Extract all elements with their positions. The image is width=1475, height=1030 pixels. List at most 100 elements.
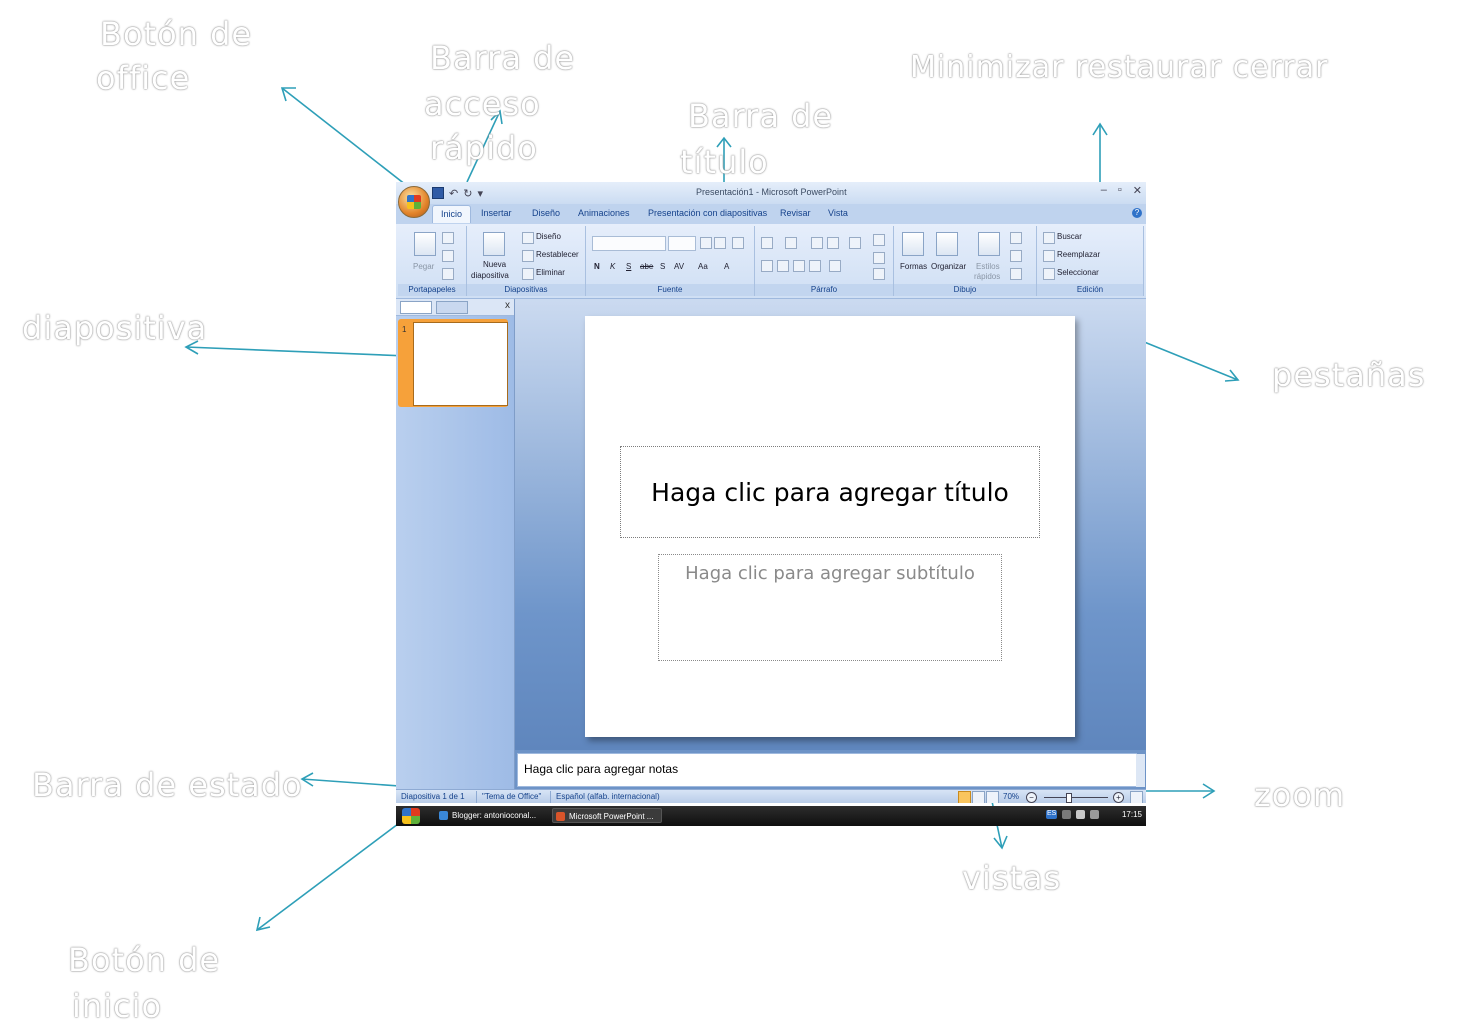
volume-icon[interactable]	[1090, 810, 1100, 819]
slide-sorter-view-button[interactable]	[972, 791, 985, 803]
strikethrough-button[interactable]: abe	[640, 262, 653, 271]
cut-icon[interactable]	[442, 232, 454, 244]
decrease-indent-icon[interactable]	[811, 237, 823, 249]
change-case-button[interactable]: Aa	[698, 262, 708, 271]
minimize-icon[interactable]: –	[1101, 184, 1107, 197]
char-spacing-button[interactable]: AV	[674, 262, 684, 271]
title-placeholder[interactable]: Haga clic para agregar título	[620, 446, 1040, 538]
font-color-button[interactable]: A	[724, 262, 729, 271]
slide-canvas[interactable]: Haga clic para agregar título Haga clic …	[585, 316, 1075, 737]
zoom-out-button[interactable]: −	[1026, 792, 1037, 803]
grow-font-icon[interactable]	[700, 237, 712, 249]
callout-zoom-text: zoom	[1254, 776, 1346, 814]
layout-button[interactable]: Diseño	[536, 232, 561, 241]
fit-window-button[interactable]	[1130, 791, 1143, 803]
save-icon[interactable]	[432, 187, 444, 199]
security-icon[interactable]	[1076, 810, 1086, 819]
status-theme[interactable]: "Tema de Office"	[482, 792, 541, 801]
copy-icon[interactable]	[442, 250, 454, 262]
slide-thumbnail[interactable]	[413, 322, 508, 406]
pane-close-icon[interactable]: x	[505, 300, 510, 311]
replace-button[interactable]: Reemplazar	[1057, 250, 1100, 259]
subtitle-placeholder[interactable]: Haga clic para agregar subtítulo	[658, 554, 1002, 661]
delete-button[interactable]: Eliminar	[536, 268, 565, 277]
quick-styles-icon[interactable]	[978, 232, 1000, 256]
select-button[interactable]: Seleccionar	[1057, 268, 1099, 277]
new-slide-icon[interactable]	[483, 232, 505, 256]
new-slide-label-2[interactable]: diapositiva	[471, 271, 509, 280]
bold-button[interactable]: N	[594, 262, 600, 271]
notes-scrollbar[interactable]	[1136, 754, 1145, 787]
arrange-button[interactable]: Organizar	[931, 262, 966, 271]
tab-revisar[interactable]: Revisar	[780, 208, 811, 218]
callout-title-bar-2: título	[680, 142, 769, 182]
find-button[interactable]: Buscar	[1057, 232, 1082, 241]
shape-fill-icon[interactable]	[1010, 232, 1022, 244]
tab-presentacion[interactable]: Presentación con diapositivas	[648, 208, 767, 218]
network-icon[interactable]	[1062, 810, 1072, 819]
taskbar-item-powerpoint[interactable]: Microsoft PowerPoint ...	[552, 808, 662, 823]
normal-view-button[interactable]	[958, 791, 971, 803]
shapes-icon[interactable]	[902, 232, 924, 256]
taskbar-item-blogger[interactable]: Blogger: antonioconal...	[436, 808, 542, 823]
slideshow-view-button[interactable]	[986, 791, 999, 803]
shadow-button[interactable]: S	[660, 262, 665, 271]
paste-button-label[interactable]: Pegar	[413, 262, 434, 271]
bullets-icon[interactable]	[761, 237, 773, 249]
shrink-font-icon[interactable]	[714, 237, 726, 249]
justify-icon[interactable]	[809, 260, 821, 272]
redo-icon[interactable]: ↻	[463, 187, 472, 200]
help-icon[interactable]: ?	[1132, 208, 1142, 218]
arrow-office-button	[281, 87, 407, 186]
customize-qat-icon[interactable]: ▾	[477, 187, 483, 200]
smartart-icon[interactable]	[873, 268, 885, 280]
slide-thumbnail-selected[interactable]: 1	[398, 319, 508, 407]
align-center-icon[interactable]	[777, 260, 789, 272]
zoom-level[interactable]: 70%	[1003, 792, 1019, 801]
quick-styles-label-2[interactable]: rápidos	[974, 272, 1000, 281]
start-button[interactable]	[402, 808, 420, 824]
tab-vista[interactable]: Vista	[828, 208, 848, 218]
office-button[interactable]	[398, 186, 430, 218]
tab-insertar[interactable]: Insertar	[481, 208, 512, 218]
outline-tab[interactable]	[436, 301, 468, 314]
undo-icon[interactable]: ↶	[449, 187, 458, 200]
arrange-icon[interactable]	[936, 232, 958, 256]
zoom-slider-track[interactable]	[1044, 797, 1108, 798]
align-left-icon[interactable]	[761, 260, 773, 272]
status-language[interactable]: Español (alfab. internacional)	[556, 792, 660, 801]
clock[interactable]: 17:15	[1122, 810, 1142, 819]
font-size-combo[interactable]	[668, 236, 696, 251]
slides-tab[interactable]	[400, 301, 432, 314]
new-slide-label-1[interactable]: Nueva	[483, 260, 506, 269]
reset-button[interactable]: Restablecer	[536, 250, 579, 259]
align-right-icon[interactable]	[793, 260, 805, 272]
tab-inicio[interactable]: Inicio	[432, 205, 472, 223]
shapes-button[interactable]: Formas	[900, 262, 927, 271]
zoom-slider-thumb[interactable]	[1066, 793, 1072, 803]
italic-button[interactable]: K	[610, 262, 615, 271]
close-icon[interactable]: ✕	[1133, 184, 1142, 197]
format-painter-icon[interactable]	[442, 268, 454, 280]
taskbar-item-blogger-label: Blogger: antonioconal...	[452, 811, 537, 820]
align-text-icon[interactable]	[873, 252, 885, 264]
language-indicator[interactable]: ES	[1046, 810, 1058, 819]
group-label-edicion: Edición	[1037, 284, 1143, 296]
increase-indent-icon[interactable]	[827, 237, 839, 249]
tab-diseno[interactable]: Diseño	[532, 208, 560, 218]
quick-styles-label-1[interactable]: Estilos	[976, 262, 1000, 271]
shape-effects-icon[interactable]	[1010, 268, 1022, 280]
shape-outline-icon[interactable]	[1010, 250, 1022, 262]
columns-icon[interactable]	[829, 260, 841, 272]
text-direction-icon[interactable]	[873, 234, 885, 246]
restore-icon[interactable]: ▫	[1118, 184, 1122, 197]
font-name-combo[interactable]	[592, 236, 666, 251]
underline-button[interactable]: S	[626, 262, 631, 271]
clear-format-icon[interactable]	[732, 237, 744, 249]
tab-animaciones[interactable]: Animaciones	[578, 208, 630, 218]
numbering-icon[interactable]	[785, 237, 797, 249]
zoom-in-button[interactable]: +	[1113, 792, 1124, 803]
line-spacing-icon[interactable]	[849, 237, 861, 249]
notes-pane[interactable]: Haga clic para agregar notas	[517, 753, 1137, 787]
paste-icon[interactable]	[414, 232, 436, 256]
